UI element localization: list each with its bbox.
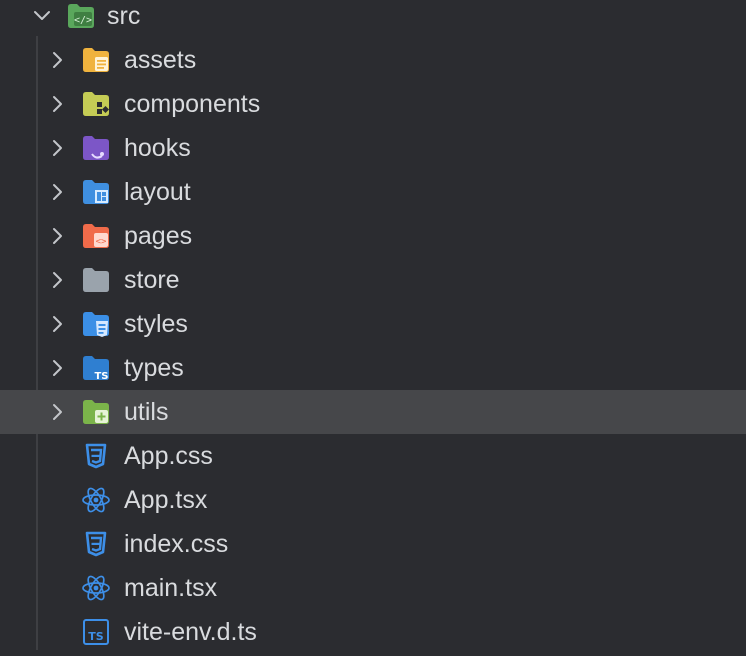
hooks-folder-icon [80, 132, 112, 164]
svg-text:<>: <> [96, 237, 107, 247]
tree-row-pages[interactable]: <> pages [0, 214, 746, 258]
react-file-icon [80, 572, 112, 604]
tree-row-components[interactable]: components [0, 82, 746, 126]
tree-label: App.css [124, 442, 213, 470]
svg-text:TS: TS [94, 371, 108, 382]
utils-folder-icon [80, 396, 112, 428]
chevron-right-icon[interactable] [48, 270, 68, 290]
store-folder-icon [80, 264, 112, 296]
tree-row-hooks[interactable]: hooks [0, 126, 746, 170]
chevron-right-icon[interactable] [48, 402, 68, 422]
tree-label: pages [124, 222, 193, 250]
chevron-right-icon[interactable] [48, 138, 68, 158]
tree-row-index-css[interactable]: index.css [0, 522, 746, 566]
tree-label: App.tsx [124, 486, 208, 514]
chevron-right-icon[interactable] [48, 226, 68, 246]
tree-label: src [107, 2, 141, 30]
tree-row-main-tsx[interactable]: main.tsx [0, 566, 746, 610]
tree-label: styles [124, 310, 188, 338]
chevron-right-icon[interactable] [48, 358, 68, 378]
tree-label: utils [124, 398, 169, 426]
chevron-right-icon[interactable] [48, 94, 68, 114]
tree-row-app-css[interactable]: App.css [0, 434, 746, 478]
ts-file-icon: TS [80, 616, 112, 648]
tree-label: main.tsx [124, 574, 218, 602]
tree-row-vite-env-d-ts[interactable]: TS vite-env.d.ts [0, 610, 746, 654]
assets-folder-icon [80, 44, 112, 76]
chevron-right-icon[interactable] [48, 182, 68, 202]
tree-row-styles[interactable]: styles [0, 302, 746, 346]
chevron-down-icon[interactable] [32, 6, 52, 26]
tree-label: index.css [124, 530, 229, 558]
tree-row-types[interactable]: TS types [0, 346, 746, 390]
code-folder-icon: </> [65, 0, 97, 32]
css-file-icon [80, 528, 112, 560]
styles-folder-icon [80, 308, 112, 340]
tree-row-assets[interactable]: assets [0, 38, 746, 82]
chevron-right-icon[interactable] [48, 314, 68, 334]
tree-label: types [124, 354, 184, 382]
tree-row-src[interactable]: </> src [0, 0, 746, 38]
react-file-icon [80, 484, 112, 516]
tree-label: assets [124, 46, 197, 74]
tree-label: vite-env.d.ts [124, 618, 257, 646]
tree-row-app-tsx[interactable]: App.tsx [0, 478, 746, 522]
pages-folder-icon: <> [80, 220, 112, 252]
layout-folder-icon [80, 176, 112, 208]
components-folder-icon [80, 88, 112, 120]
tree-label: store [124, 266, 180, 294]
svg-text:</>: </> [74, 15, 92, 26]
tree-row-layout[interactable]: layout [0, 170, 746, 214]
file-explorer-tree: </> src assets components hooks layout <> pages… [0, 0, 746, 656]
tree-row-store[interactable]: store [0, 258, 746, 302]
types-folder-icon: TS [80, 352, 112, 384]
tree-label: hooks [124, 134, 191, 162]
svg-text:TS: TS [88, 630, 104, 643]
tree-label: components [124, 90, 261, 118]
chevron-right-icon[interactable] [48, 50, 68, 70]
tree-row-utils[interactable]: utils [0, 390, 746, 434]
tree-label: layout [124, 178, 191, 206]
css-file-icon [80, 440, 112, 472]
